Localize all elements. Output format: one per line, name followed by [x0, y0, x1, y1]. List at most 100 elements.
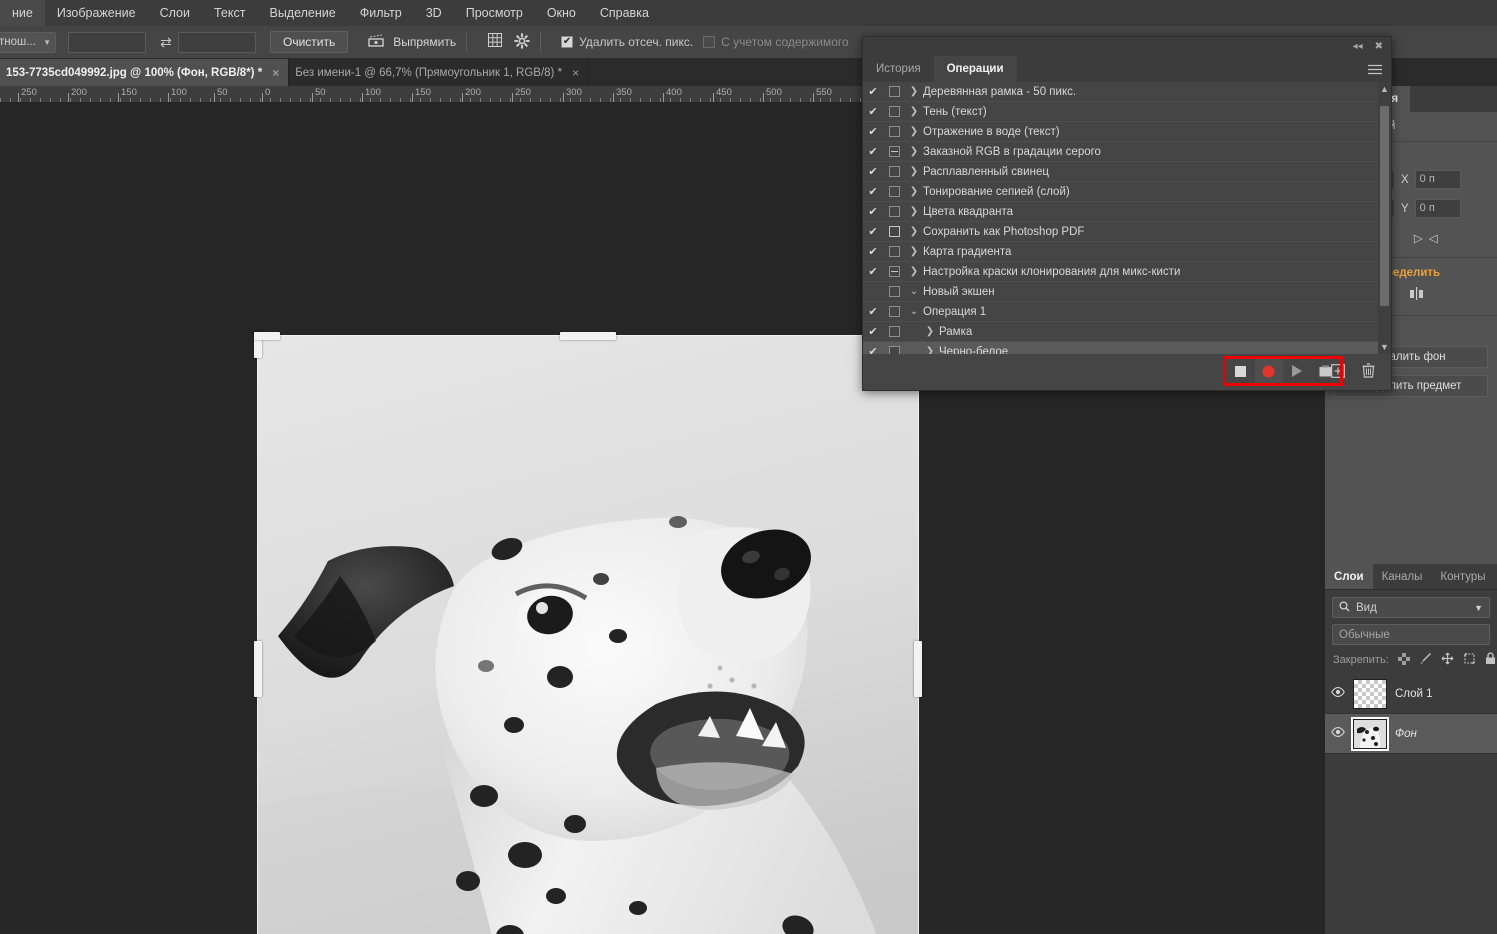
- straighten-icon[interactable]: [366, 33, 386, 52]
- menu-item-4[interactable]: Выделение: [257, 0, 347, 26]
- crop-width-input[interactable]: [68, 31, 146, 53]
- layer-thumbnail[interactable]: [1353, 678, 1387, 709]
- close-icon[interactable]: ×: [572, 66, 579, 80]
- chevron-right-icon[interactable]: ❯: [905, 266, 923, 277]
- document-tab-0[interactable]: 153-7735cd049992.jpg @ 100% (Фон, RGB/8*…: [0, 59, 290, 86]
- straighten-label[interactable]: Выпрямить: [393, 35, 456, 49]
- chevron-down-icon[interactable]: ⌄: [905, 306, 923, 317]
- action-enabled-checkbox[interactable]: ✔: [863, 345, 883, 354]
- chevron-right-icon[interactable]: ❯: [905, 246, 923, 257]
- action-row[interactable]: ✔ ❯ Отражение в воде (текст): [863, 122, 1391, 142]
- action-enabled-checkbox[interactable]: ✔: [863, 225, 883, 238]
- layers-tab-2[interactable]: Контуры: [1431, 564, 1494, 589]
- action-row[interactable]: ✔ ❯ Тонирование сепией (слой): [863, 182, 1391, 202]
- action-dialog-toggle[interactable]: [883, 186, 905, 197]
- action-enabled-checkbox[interactable]: ✔: [863, 105, 883, 118]
- menu-item-9[interactable]: Справка: [588, 0, 661, 26]
- action-dialog-toggle[interactable]: [883, 126, 905, 137]
- eye-icon[interactable]: [1331, 727, 1345, 740]
- chevron-right-icon[interactable]: ❯: [905, 126, 923, 137]
- action-row[interactable]: ⌄ Новый экшен: [863, 282, 1391, 302]
- close-icon[interactable]: ×: [272, 66, 279, 80]
- action-enabled-checkbox[interactable]: ✔: [863, 265, 883, 278]
- crop-frame[interactable]: [254, 332, 922, 934]
- brush-lock-icon[interactable]: [1419, 652, 1432, 668]
- crop-handle-top-left-h[interactable]: [254, 332, 280, 340]
- action-enabled-checkbox[interactable]: ✔: [863, 305, 883, 318]
- crop-height-input[interactable]: [178, 31, 256, 53]
- action-dialog-toggle[interactable]: [883, 226, 905, 237]
- x-field[interactable]: 0 п: [1414, 170, 1461, 189]
- action-dialog-toggle[interactable]: [883, 166, 905, 177]
- lock-all-icon[interactable]: [1485, 652, 1496, 668]
- action-row[interactable]: ✔ ❯ Расплавленный свинец: [863, 162, 1391, 182]
- close-icon[interactable]: ✖: [1375, 41, 1383, 52]
- action-row[interactable]: ✔ ⌄ Операция 1: [863, 302, 1391, 322]
- collapse-icon[interactable]: ◂◂: [1353, 41, 1363, 52]
- scrollbar-thumb[interactable]: [1380, 106, 1389, 306]
- chevron-right-icon[interactable]: ❯: [905, 186, 923, 197]
- chevron-right-icon[interactable]: ❯: [905, 226, 923, 237]
- action-enabled-checkbox[interactable]: ✔: [863, 205, 883, 218]
- delete-cropped-pixels-checkbox[interactable]: Удалить отсеч. пикс.: [561, 35, 693, 49]
- action-enabled-checkbox[interactable]: ✔: [863, 125, 883, 138]
- action-dialog-toggle[interactable]: [883, 246, 905, 257]
- swap-arrows-icon[interactable]: ⇄: [154, 34, 178, 51]
- transparency-lock-icon[interactable]: [1397, 652, 1410, 668]
- action-row[interactable]: ✔ ❯ Черно-белое: [863, 342, 1391, 354]
- action-dialog-toggle[interactable]: [883, 206, 905, 217]
- move-lock-icon[interactable]: [1441, 652, 1454, 668]
- action-row[interactable]: ✔ ❯ Заказной RGB в градации серого: [863, 142, 1391, 162]
- actions-scrollbar[interactable]: ▲ ▼: [1378, 82, 1391, 354]
- layer-filter-select[interactable]: Вид ▼: [1332, 597, 1490, 618]
- align-center-vertical-icon[interactable]: [1409, 287, 1424, 304]
- menu-item-7[interactable]: Просмотр: [454, 0, 535, 26]
- content-aware-checkbox[interactable]: С учетом содержимого: [703, 35, 849, 49]
- flip-vertical-icon[interactable]: ◁: [1429, 231, 1438, 245]
- action-enabled-checkbox[interactable]: ✔: [863, 245, 883, 258]
- crop-handle-middle-left[interactable]: [254, 640, 262, 697]
- record-button[interactable]: [1254, 359, 1283, 383]
- action-dialog-toggle[interactable]: [883, 326, 905, 337]
- y-field[interactable]: 0 п: [1414, 199, 1461, 218]
- layers-tab-1[interactable]: Каналы: [1373, 564, 1432, 589]
- layer-row[interactable]: Слой 1: [1325, 674, 1497, 714]
- action-dialog-toggle[interactable]: [883, 146, 905, 157]
- chevron-right-icon[interactable]: ❯: [905, 146, 923, 157]
- action-enabled-checkbox[interactable]: ✔: [863, 165, 883, 178]
- action-dialog-toggle[interactable]: [883, 306, 905, 317]
- action-dialog-toggle[interactable]: [883, 346, 905, 354]
- scroll-up-icon[interactable]: ▲: [1378, 82, 1391, 96]
- chevron-right-icon[interactable]: ❯: [905, 206, 923, 217]
- crop-handle-middle-right[interactable]: [914, 640, 922, 697]
- trash-icon[interactable]: [1355, 363, 1381, 381]
- action-enabled-checkbox[interactable]: ✔: [863, 85, 883, 98]
- actions-panel-titlebar[interactable]: ◂◂ ✖: [863, 37, 1391, 56]
- hamburger-menu-icon[interactable]: [1368, 63, 1382, 78]
- menu-item-1[interactable]: Изображение: [45, 0, 148, 26]
- chevron-right-icon[interactable]: ❯: [921, 326, 939, 337]
- action-row[interactable]: ✔ ❯ Рамка: [863, 322, 1391, 342]
- menu-item-5[interactable]: Фильтр: [348, 0, 414, 26]
- menu-item-6[interactable]: 3D: [414, 0, 454, 26]
- action-row[interactable]: ✔ ❯ Цвета квадранта: [863, 202, 1391, 222]
- chevron-right-icon[interactable]: ❯: [921, 346, 939, 354]
- action-dialog-toggle[interactable]: [883, 286, 905, 297]
- action-row[interactable]: ✔ ❯ Карта градиента: [863, 242, 1391, 262]
- chevron-down-icon[interactable]: ⌄: [905, 286, 923, 297]
- crop-overlay-grid-icon[interactable]: [487, 32, 504, 52]
- stop-button[interactable]: [1226, 359, 1255, 383]
- menu-item-3[interactable]: Текст: [202, 0, 257, 26]
- actions-panel-tab-1[interactable]: Операции: [933, 56, 1017, 82]
- action-dialog-toggle[interactable]: [883, 86, 905, 97]
- action-row[interactable]: ✔ ❯ Сохранить как Photoshop PDF: [863, 222, 1391, 242]
- layers-tab-0[interactable]: Слои: [1325, 564, 1373, 589]
- crop-handle-top-center[interactable]: [560, 332, 616, 340]
- layer-thumbnail[interactable]: [1351, 716, 1389, 751]
- new-set-button[interactable]: [1312, 359, 1341, 383]
- action-dialog-toggle[interactable]: [883, 106, 905, 117]
- action-row[interactable]: ✔ ❯ Настройка краски клонирования для микс…: [863, 262, 1391, 282]
- chevron-right-icon[interactable]: ❯: [905, 86, 923, 97]
- crop-ratio-select[interactable]: тнош... ▼: [0, 31, 56, 53]
- action-dialog-toggle[interactable]: [883, 266, 905, 277]
